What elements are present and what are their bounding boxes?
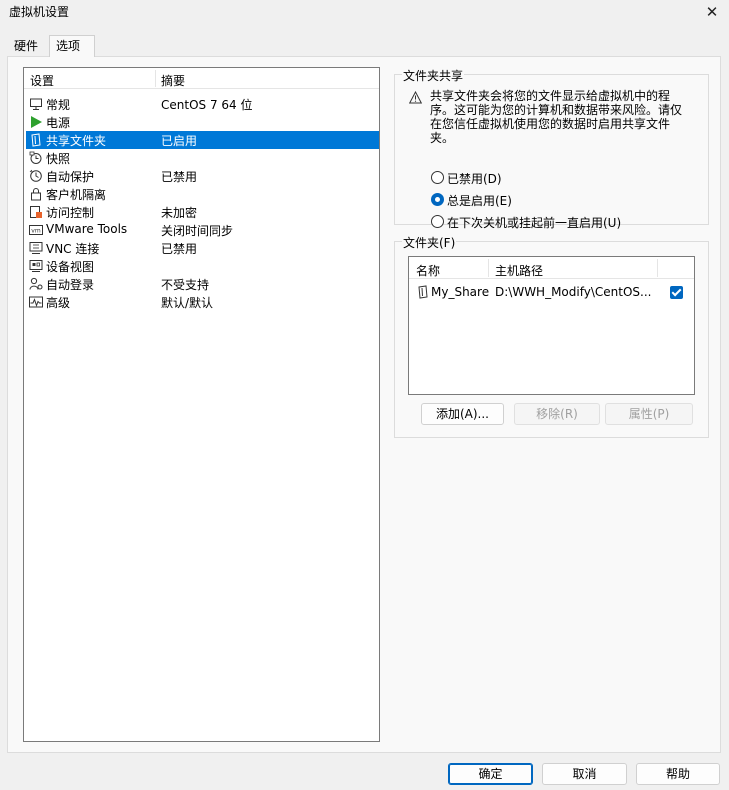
folder-row[interactable]: My_Share D:\WWH_Modify\CentOS... xyxy=(409,283,694,301)
folder-name: My_Share xyxy=(431,285,490,299)
folder-sharing-legend: 文件夹共享 xyxy=(402,67,465,84)
settings-item-vmware-tools[interactable]: vm VMware Tools 关闭时间同步 xyxy=(24,221,379,239)
settings-item-autoprotect[interactable]: 自动保护 已禁用 xyxy=(24,167,379,185)
settings-item-access-control[interactable]: 访问控制 未加密 xyxy=(24,203,379,221)
advanced-icon xyxy=(29,296,43,308)
remove-folder-button[interactable]: 移除(R) xyxy=(514,403,600,425)
settings-item-guest-isolation[interactable]: 客户机隔离 xyxy=(24,185,379,203)
settings-list-header: 设置 摘要 xyxy=(24,68,379,89)
settings-item-power[interactable]: 电源 xyxy=(24,113,379,131)
settings-item-general[interactable]: 常规 CentOS 7 64 位 xyxy=(24,95,379,113)
tab-options[interactable]: 选项 xyxy=(49,35,95,57)
tab-hardware[interactable]: 硬件 xyxy=(7,35,45,57)
vnc-icon xyxy=(29,242,43,254)
settings-item-autologin[interactable]: 自动登录 不受支持 xyxy=(24,275,379,293)
device-view-icon xyxy=(29,260,43,272)
sharing-warning-text: 共享文件夹会将您的文件显示给虚拟机中的程序。这可能为您的计算机和数据带来风险。请… xyxy=(430,89,683,145)
shared-folder-icon xyxy=(418,285,428,299)
vmware-tools-icon: vm xyxy=(29,225,43,235)
folders-list-header: 名称 主机路径 xyxy=(409,257,694,279)
autologin-icon xyxy=(29,277,43,290)
cancel-button[interactable]: 取消 xyxy=(542,763,627,785)
access-control-icon xyxy=(30,206,42,218)
title-bar: 虚拟机设置 ✕ xyxy=(0,0,729,28)
help-button[interactable]: 帮助 xyxy=(636,763,720,785)
settings-list[interactable]: 设置 摘要 常规 CentOS 7 64 位 电源 共享文件夹 已启用 快照 自… xyxy=(23,67,380,742)
settings-item-snapshots[interactable]: 快照 xyxy=(24,149,379,167)
folders-list[interactable]: 名称 主机路径 My_Share D:\WWH_Modify\CentOS... xyxy=(408,256,695,395)
settings-item-shared-folders[interactable]: 共享文件夹 已启用 xyxy=(26,131,379,149)
radio-disabled-circle[interactable] xyxy=(431,171,444,184)
column-header-setting[interactable]: 设置 xyxy=(30,72,54,89)
folder-enabled-checkbox[interactable] xyxy=(670,286,683,299)
warning-icon xyxy=(409,91,422,104)
folder-sharing-group: 文件夹共享 共享文件夹会将您的文件显示给虚拟机中的程序。这可能为您的计算机和数据… xyxy=(394,67,709,230)
settings-item-device-view[interactable]: 设备视图 xyxy=(24,257,379,275)
folders-legend: 文件夹(F) xyxy=(402,234,457,251)
add-folder-button[interactable]: 添加(A)... xyxy=(421,403,504,425)
radio-always-enabled-circle[interactable] xyxy=(431,193,444,206)
folder-properties-button[interactable]: 属性(P) xyxy=(605,403,693,425)
autoprotect-icon xyxy=(29,169,42,182)
general-icon xyxy=(30,98,42,110)
ok-button[interactable]: 确定 xyxy=(448,763,533,785)
settings-item-vnc[interactable]: VNC 连接 已禁用 xyxy=(24,239,379,257)
snapshot-icon xyxy=(29,151,42,164)
folders-group: 文件夹(F) 名称 主机路径 My_Share D:\WWH_Modify\Ce… xyxy=(394,234,709,438)
options-panel: 设置 摘要 常规 CentOS 7 64 位 电源 共享文件夹 已启用 快照 自… xyxy=(7,56,721,753)
column-header-summary[interactable]: 摘要 xyxy=(161,72,185,89)
folder-host-path: D:\WWH_Modify\CentOS... xyxy=(495,285,652,299)
svg-text:vm: vm xyxy=(31,228,41,235)
column-header-name[interactable]: 名称 xyxy=(416,262,440,279)
window-title: 虚拟机设置 xyxy=(9,5,70,19)
lock-icon xyxy=(31,188,41,201)
shared-folder-icon xyxy=(31,133,41,147)
close-icon[interactable]: ✕ xyxy=(703,3,721,21)
column-header-host-path[interactable]: 主机路径 xyxy=(495,262,543,279)
radio-until-poweroff-circle[interactable] xyxy=(431,215,444,228)
power-icon xyxy=(31,116,42,128)
settings-item-advanced[interactable]: 高级 默认/默认 xyxy=(24,293,379,311)
